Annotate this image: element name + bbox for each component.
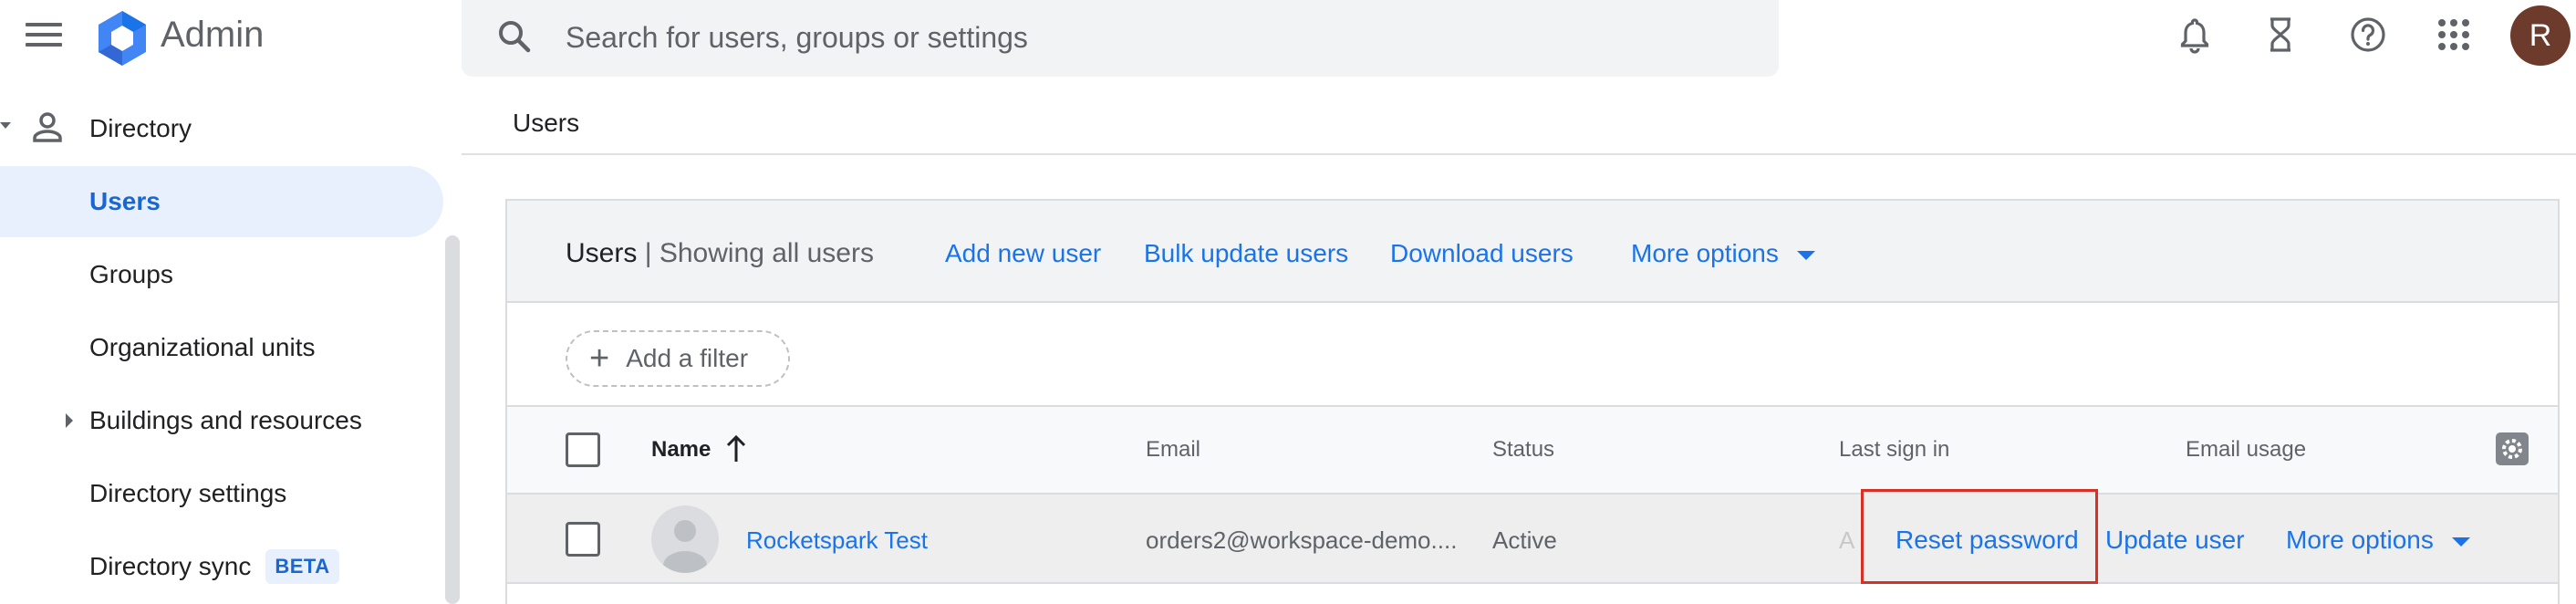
column-header-name[interactable]: Name bbox=[651, 436, 711, 463]
sidebar-item-label: Users bbox=[89, 187, 161, 215]
user-status: Active bbox=[1492, 526, 1557, 554]
filter-bar: + Add a filter bbox=[507, 303, 2558, 407]
bulk-update-users-button[interactable]: Bulk update users bbox=[1144, 237, 1348, 270]
sidebar-item-label: Directory sync bbox=[89, 552, 252, 580]
table-row[interactable]: Rocketspark Test orders2@workspace-demo.… bbox=[507, 489, 2558, 584]
sidebar-item-users[interactable]: Users bbox=[0, 166, 443, 237]
sidebar-item-label: Buildings and resources bbox=[89, 406, 362, 434]
card-subtitle: | Showing all users bbox=[644, 238, 874, 268]
add-filter-button[interactable]: + Add a filter bbox=[566, 330, 790, 387]
users-card: Users | Showing all users Add new user B… bbox=[505, 199, 2560, 604]
column-header-email-usage[interactable]: Email usage bbox=[2186, 436, 2306, 463]
card-title-label: Users bbox=[566, 238, 638, 268]
dropdown-caret-icon bbox=[1796, 250, 1815, 260]
apps-grid-icon[interactable] bbox=[2434, 15, 2474, 55]
sidebar-item-label: Groups bbox=[89, 260, 173, 288]
plus-icon: + bbox=[589, 339, 610, 378]
user-name-link[interactable]: Rocketspark Test bbox=[746, 526, 928, 555]
admin-logo-icon[interactable] bbox=[93, 9, 151, 68]
beta-badge: BETA bbox=[265, 549, 339, 584]
sidebar-scrollbar[interactable] bbox=[445, 235, 460, 604]
row-checkbox[interactable] bbox=[566, 522, 600, 557]
account-avatar[interactable]: R bbox=[2510, 5, 2571, 66]
user-email: orders2@workspace-demo.... bbox=[1146, 526, 1458, 554]
users-toolbar: Users | Showing all users Add new user B… bbox=[507, 201, 2558, 303]
search-bar[interactable]: Search for users, groups or settings bbox=[462, 0, 1779, 77]
table-header: Name Email Status Last sign in Email usa… bbox=[507, 407, 2558, 495]
breadcrumb: Users bbox=[513, 109, 580, 137]
search-input[interactable]: Search for users, groups or settings bbox=[566, 20, 1028, 55]
notifications-icon[interactable] bbox=[2175, 15, 2215, 55]
search-icon[interactable] bbox=[494, 16, 535, 57]
sidebar-item-organizational-units[interactable]: Organizational units bbox=[0, 312, 443, 383]
sidebar-item-buildings-and-resources[interactable]: Buildings and resources bbox=[0, 385, 443, 456]
sidebar-item-directory-settings[interactable]: Directory settings bbox=[0, 458, 443, 529]
add-filter-label: Add a filter bbox=[626, 344, 749, 372]
sidebar-section-directory[interactable]: Directory bbox=[89, 113, 192, 144]
gear-icon[interactable] bbox=[2494, 431, 2530, 467]
directory-collapse-caret-icon[interactable] bbox=[0, 122, 11, 129]
row-more-options-label: More options bbox=[2286, 526, 2434, 554]
select-all-checkbox[interactable] bbox=[566, 432, 600, 467]
sidebar-item-directory-sync[interactable]: Directory sync BETA bbox=[0, 531, 443, 602]
expand-caret-icon[interactable] bbox=[66, 413, 73, 428]
download-users-button[interactable]: Download users bbox=[1390, 237, 1574, 270]
add-new-user-button[interactable]: Add new user bbox=[945, 237, 1101, 270]
person-icon bbox=[33, 112, 62, 142]
column-header-status[interactable]: Status bbox=[1492, 436, 1554, 463]
update-user-button[interactable]: Update user bbox=[2105, 526, 2245, 555]
sort-ascending-icon[interactable] bbox=[724, 432, 748, 465]
top-app-bar: Admin Search for users, groups or settin… bbox=[0, 0, 2576, 77]
sidebar-item-label: Directory settings bbox=[89, 479, 287, 507]
column-header-email[interactable]: Email bbox=[1146, 436, 1200, 463]
tasks-hourglass-icon[interactable] bbox=[2260, 15, 2301, 55]
app-title[interactable]: Admin bbox=[161, 13, 264, 57]
menu-icon[interactable] bbox=[26, 20, 62, 49]
default-person-avatar-icon bbox=[663, 520, 707, 573]
last-sign-in-partial: A bbox=[1839, 526, 1855, 554]
row-more-options-dropdown[interactable]: More options bbox=[2286, 526, 2470, 555]
divider bbox=[462, 153, 2576, 155]
sidebar-item-label: Organizational units bbox=[89, 333, 316, 361]
dropdown-caret-icon bbox=[2451, 536, 2470, 547]
column-header-last-sign-in[interactable]: Last sign in bbox=[1839, 436, 1949, 463]
sidebar-item-groups[interactable]: Groups bbox=[0, 239, 443, 310]
more-options-label: More options bbox=[1631, 239, 1779, 267]
user-avatar bbox=[651, 505, 719, 573]
more-options-dropdown[interactable]: More options bbox=[1631, 237, 1815, 270]
card-title: Users | Showing all users bbox=[566, 237, 874, 270]
help-icon[interactable] bbox=[2348, 15, 2388, 55]
reset-password-button[interactable]: Reset password bbox=[1896, 526, 2079, 555]
